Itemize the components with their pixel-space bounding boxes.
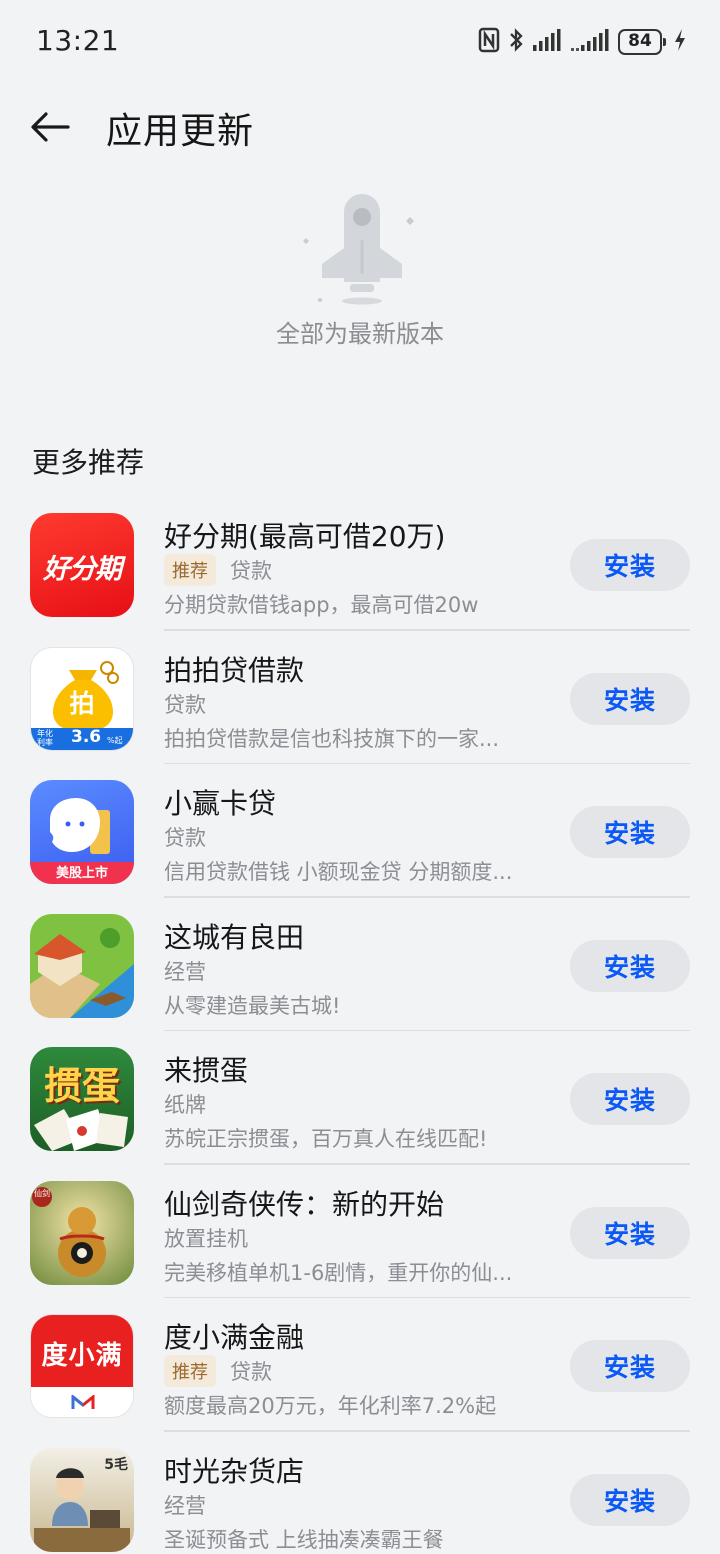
app-category: 经营 xyxy=(164,1493,206,1518)
app-description: 从零建造最美古城! xyxy=(164,993,341,1018)
app-icon-shiguang: 5毛 xyxy=(30,1447,134,1552)
app-icon-label: 拍 xyxy=(69,688,95,718)
app-meta: 经营 xyxy=(164,956,206,986)
install-button[interactable]: 安装 xyxy=(570,672,690,725)
farm-scene-icon xyxy=(30,927,134,1018)
recommend-badge: 推荐 xyxy=(164,554,216,586)
list-item[interactable]: 好分期 好分期(最高可借20万) 推荐 贷款 分期贷款借钱app，最高可借20w… xyxy=(0,497,720,631)
back-button[interactable] xyxy=(24,102,80,152)
app-description: 分期贷款借钱app，最高可借20w xyxy=(164,593,479,617)
nfc-icon xyxy=(478,27,500,57)
app-icon-zhecheng xyxy=(30,913,134,1018)
list-item[interactable]: 掼蛋 来掼蛋 纸牌 苏皖正宗掼蛋，百万真人在线匹配! 安装 xyxy=(0,1031,720,1165)
app-category: 纸牌 xyxy=(164,1093,206,1117)
app-category: 放置挂机 xyxy=(164,1226,248,1251)
app-name: 时光杂货店 xyxy=(164,1454,305,1488)
status-icons: 84 xyxy=(478,26,686,58)
install-button[interactable]: 安装 xyxy=(570,539,690,591)
app-meta: 推荐 贷款 xyxy=(164,554,272,586)
app-icon-label: 掼蛋 xyxy=(43,1064,120,1108)
install-button[interactable]: 安装 xyxy=(570,806,690,858)
app-icon-label: 5毛 xyxy=(104,1456,128,1473)
app-icon-haofenqi: 好分期 xyxy=(30,513,134,617)
app-meta: 放置挂机 xyxy=(164,1223,248,1253)
install-button[interactable]: 安装 xyxy=(570,939,690,992)
app-icon-label: 度小满 xyxy=(41,1341,123,1371)
app-category: 贷款 xyxy=(230,559,272,583)
app-category: 贷款 xyxy=(230,1360,272,1384)
signal-2-icon xyxy=(570,28,610,56)
app-icon-label: 仙剑 xyxy=(34,1188,50,1198)
app-description: 信用贷款借钱 小额现金贷 分期额度... xyxy=(164,860,513,884)
charging-icon xyxy=(674,28,686,56)
empty-message: 全部为最新版本 xyxy=(276,320,444,348)
app-description: 拍拍贷借款是信也科技旗下的一家... xyxy=(164,726,500,751)
rate-label-2: 利率 xyxy=(37,737,53,747)
app-meta: 纸牌 xyxy=(164,1089,206,1119)
app-icon-label: 好分期 xyxy=(43,554,122,585)
app-description: 完美移植单机1-6剧情，重开你的仙... xyxy=(164,1260,513,1285)
install-button[interactable]: 安装 xyxy=(570,1473,690,1526)
app-meta: 经营 xyxy=(164,1490,206,1520)
header: 应用更新 xyxy=(0,90,720,166)
app-icon-duxiaoman: 度小满 xyxy=(30,1314,134,1418)
bluetooth-icon xyxy=(508,27,524,57)
list-item[interactable]: 这城有良田 经营 从零建造最美古城! 安装 xyxy=(0,898,720,1031)
page-title: 应用更新 xyxy=(106,111,255,152)
app-icon-xiaoying: 美股上市 xyxy=(30,780,134,884)
app-icon-paipaidai: 拍 年化 利率 3.6 %起 xyxy=(30,646,134,751)
list-item[interactable]: 度小满 度小满金融 推荐 贷款 额度最高20万元，年化利率7.2%起 安装 xyxy=(0,1298,720,1432)
signal-icon xyxy=(532,28,562,56)
app-name: 仙剑奇侠传：新的开始 xyxy=(164,1187,445,1221)
recommend-badge: 推荐 xyxy=(164,1355,216,1387)
rate-label: 年化 利率 xyxy=(37,729,53,747)
brand-mark-icon xyxy=(71,1395,95,1409)
app-category: 贷款 xyxy=(164,692,206,717)
list-item[interactable]: 5毛 时光杂货店 经营 圣诞预备式 上线抽凑凑霸王餐 安装 xyxy=(0,1432,720,1554)
battery-icon: 84 xyxy=(618,29,666,55)
app-icon-xianjian: 仙剑 xyxy=(30,1180,134,1285)
rate-unit: %起 xyxy=(107,735,123,745)
app-name: 好分期(最高可借20万) xyxy=(164,520,446,553)
install-button[interactable]: 安装 xyxy=(570,1206,690,1259)
list-item[interactable]: 仙剑 仙剑奇侠传：新的开始 放置挂机 完美移植单机1-6剧情，重开你的仙... … xyxy=(0,1165,720,1298)
app-icon-laiguandan: 掼蛋 xyxy=(30,1047,134,1151)
rocket-icon xyxy=(303,194,414,305)
app-meta: 贷款 xyxy=(164,822,206,852)
app-meta: 推荐 贷款 xyxy=(164,1355,272,1387)
section-title: 更多推荐 xyxy=(32,446,145,479)
app-name: 这城有良田 xyxy=(164,920,305,954)
rate-value: 3.6 xyxy=(71,726,102,747)
app-description: 苏皖正宗掼蛋，百万真人在线匹配! xyxy=(164,1127,488,1151)
list-item[interactable]: 拍 年化 利率 3.6 %起 拍拍贷借款 贷款 拍拍贷借款是信也科技旗下的一家.… xyxy=(0,631,720,764)
app-meta: 贷款 xyxy=(164,689,206,719)
app-name: 来掼蛋 xyxy=(164,1054,249,1087)
app-name: 小赢卡贷 xyxy=(164,787,277,820)
status-bar: 13:21 84 xyxy=(0,0,720,84)
app-category: 经营 xyxy=(164,959,206,984)
back-arrow-icon xyxy=(31,112,70,142)
app-description: 额度最高20万元，年化利率7.2%起 xyxy=(164,1394,497,1418)
app-name: 度小满金融 xyxy=(164,1321,305,1354)
install-button[interactable]: 安装 xyxy=(570,1340,690,1392)
list-item[interactable]: 美股上市 小赢卡贷 贷款 信用贷款借钱 小额现金贷 分期额度... 安装 xyxy=(0,764,720,898)
status-time: 13:21 xyxy=(36,24,120,57)
recommended-app-list: 好分期 好分期(最高可借20万) 推荐 贷款 分期贷款借钱app，最高可借20w… xyxy=(0,497,720,1554)
app-update-screen: 13:21 84 应用更新 全部为最新版本 更多推荐 好分期 好分期(最高可借2… xyxy=(0,0,720,1554)
app-icon-label: 美股上市 xyxy=(55,866,108,881)
app-name: 拍拍贷借款 xyxy=(164,653,305,687)
app-category: 贷款 xyxy=(164,826,206,850)
rate-label-1: 年化 xyxy=(37,728,53,738)
empty-state: 全部为最新版本 xyxy=(0,180,720,360)
install-button[interactable]: 安装 xyxy=(570,1073,690,1125)
app-description: 圣诞预备式 上线抽凑凑霸王餐 xyxy=(164,1527,444,1552)
